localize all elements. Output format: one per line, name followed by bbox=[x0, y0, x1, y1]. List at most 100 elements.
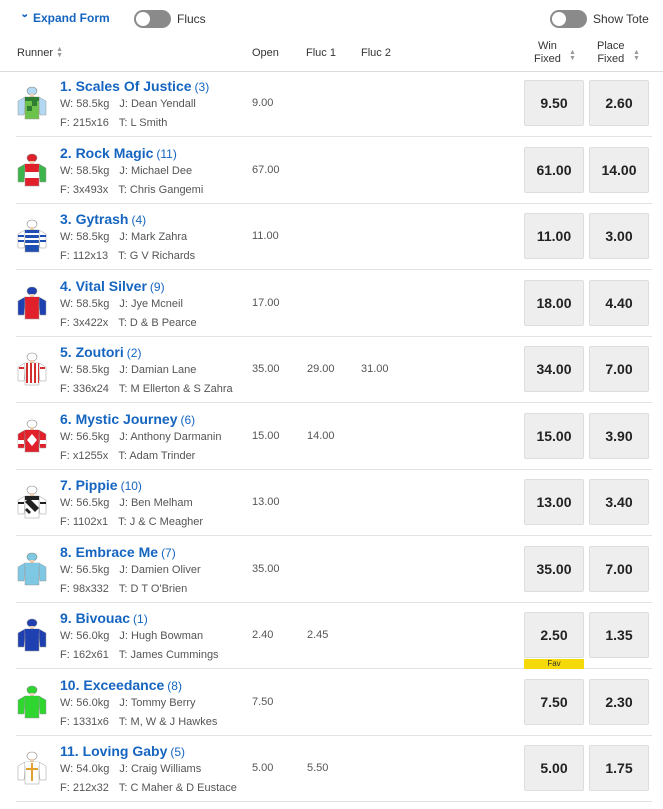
place-fixed-odds-button[interactable]: 3.00 bbox=[589, 213, 649, 259]
jockey-silk-icon bbox=[16, 551, 48, 589]
runner-form: F: 162x61 bbox=[60, 649, 109, 661]
place-fixed-odds-button[interactable]: 14.00 bbox=[589, 147, 649, 193]
runner-row: 7. Pippie (10) W: 56.5kg J: Ben Melham F: 11… bbox=[16, 470, 652, 536]
runner-name-link[interactable]: 6. Mystic Journey (6) bbox=[60, 411, 195, 427]
runner-row: 5. Zoutori (2) W: 58.5kg J: Damian Lane F: 3… bbox=[16, 337, 652, 403]
win-fixed-odds-button[interactable]: 18.00 bbox=[524, 280, 584, 326]
sort-icon: ▲ ▼ bbox=[569, 49, 576, 63]
runner-name-link[interactable]: 10. Exceedance (8) bbox=[60, 677, 182, 693]
runner-name-link[interactable]: 1. Scales Of Justice (3) bbox=[60, 78, 209, 94]
expand-form-button[interactable]: ›› Expand Form bbox=[19, 11, 110, 25]
runner-name: 3. Gytrash bbox=[60, 211, 129, 227]
place-fixed-odds-button[interactable]: 2.30 bbox=[589, 679, 649, 725]
runner-name-link[interactable]: 3. Gytrash (4) bbox=[60, 211, 146, 227]
runner-trainer: T: James Cummings bbox=[118, 649, 219, 661]
win-fixed-odds-button[interactable]: 7.50 bbox=[524, 679, 584, 725]
runner-form: F: 112x13 bbox=[60, 250, 109, 262]
win-fixed-odds-button[interactable]: 61.00 bbox=[524, 147, 584, 193]
runner-name-link[interactable]: 11. Loving Gaby (5) bbox=[60, 743, 185, 759]
runner-weight: W: 58.5kg bbox=[60, 231, 110, 243]
runner-trainer: T: Chris Gangemi bbox=[118, 184, 204, 196]
open-column-header: Open bbox=[252, 47, 279, 59]
runner-form: F: 3x493x bbox=[60, 184, 109, 196]
place-fixed-column-header[interactable]: Place Fixed bbox=[597, 40, 625, 66]
runner-trainer: T: C Maher & D Eustace bbox=[118, 782, 237, 794]
show-tote-toggle-group: Show Tote bbox=[550, 10, 649, 28]
runner-column-header[interactable]: Runner ▲ ▼ bbox=[17, 46, 63, 59]
barrier-number: (1) bbox=[133, 612, 148, 626]
runner-name-link[interactable]: 8. Embrace Me (7) bbox=[60, 544, 176, 560]
runner-form: F: x1255x bbox=[60, 450, 109, 462]
place-fixed-odds-button[interactable]: 1.35 bbox=[589, 612, 649, 658]
place-fixed-odds-button[interactable]: 4.40 bbox=[589, 280, 649, 326]
win-fixed-odds-button[interactable]: 2.50 bbox=[524, 612, 584, 658]
open-odds: 15.00 bbox=[252, 430, 280, 442]
place-fixed-odds-button[interactable]: 2.60 bbox=[589, 80, 649, 126]
runner-form: F: 336x24 bbox=[60, 383, 109, 395]
runner-name-link[interactable]: 4. Vital Silver (9) bbox=[60, 278, 165, 294]
jockey-silk-icon bbox=[16, 351, 48, 389]
runner-row: 8. Embrace Me (7) W: 56.5kg J: Damien Olive… bbox=[16, 537, 652, 603]
runner-trainer: T: M Ellerton & S Zahra bbox=[118, 383, 233, 395]
weight-jockey-line: W: 58.5kg J: Mark Zahra bbox=[60, 231, 187, 243]
flucs-toggle-group: Flucs bbox=[134, 10, 206, 28]
runner-name-link[interactable]: 7. Pippie (10) bbox=[60, 477, 142, 493]
expand-form-label: Expand Form bbox=[33, 11, 110, 25]
place-fixed-odds-button[interactable]: 3.40 bbox=[589, 479, 649, 525]
runner-weight: W: 56.5kg bbox=[60, 497, 110, 509]
runner-weight: W: 54.0kg bbox=[60, 763, 110, 775]
fluc1-odds: 29.00 bbox=[307, 363, 335, 375]
form-trainer-line: F: 3x493x T: Chris Gangemi bbox=[60, 184, 203, 196]
runner-name-link[interactable]: 2. Rock Magic (11) bbox=[60, 145, 177, 161]
form-trainer-line: F: 98x332 T: D T O'Brien bbox=[60, 583, 187, 595]
open-odds: 9.00 bbox=[252, 97, 274, 109]
show-tote-toggle[interactable] bbox=[550, 10, 587, 28]
runner-name: 11. Loving Gaby bbox=[60, 743, 168, 759]
runner-form: F: 1331x6 bbox=[60, 716, 109, 728]
flucs-toggle[interactable] bbox=[134, 10, 171, 28]
jockey-silk-icon bbox=[16, 750, 48, 788]
place-header-line1: Place bbox=[597, 40, 625, 52]
runner-form: F: 215x16 bbox=[60, 117, 109, 129]
weight-jockey-line: W: 56.0kg J: Tommy Berry bbox=[60, 697, 196, 709]
win-fixed-odds-button[interactable]: 5.00 bbox=[524, 745, 584, 791]
fluc1-odds: 5.50 bbox=[307, 762, 329, 774]
place-fixed-odds-button[interactable]: 1.75 bbox=[589, 745, 649, 791]
runner-name: 2. Rock Magic bbox=[60, 145, 154, 161]
form-trainer-line: F: 336x24 T: M Ellerton & S Zahra bbox=[60, 383, 233, 395]
win-fixed-odds-button[interactable]: 13.00 bbox=[524, 479, 584, 525]
runner-name-link[interactable]: 5. Zoutori (2) bbox=[60, 344, 141, 360]
runner-jockey: J: Anthony Darmanin bbox=[119, 431, 222, 443]
runner-header-label: Runner bbox=[17, 47, 54, 59]
runner-name-link[interactable]: 9. Bivouac (1) bbox=[60, 610, 148, 626]
open-odds: 35.00 bbox=[252, 363, 280, 375]
runner-jockey: J: Tommy Berry bbox=[119, 697, 196, 709]
win-fixed-odds-button[interactable]: 9.50 bbox=[524, 80, 584, 126]
runner-trainer: T: J & C Meagher bbox=[118, 516, 204, 528]
win-header-line1: Win bbox=[537, 40, 557, 52]
win-fixed-odds-button[interactable]: 15.00 bbox=[524, 413, 584, 459]
barrier-number: (11) bbox=[156, 147, 177, 161]
place-fixed-odds-button[interactable]: 7.00 bbox=[589, 546, 649, 592]
win-fixed-odds-button[interactable]: 35.00 bbox=[524, 546, 584, 592]
place-fixed-odds-button[interactable]: 7.00 bbox=[589, 346, 649, 392]
top-bar: ›› Expand Form Flucs Show Tote bbox=[0, 0, 663, 40]
win-fixed-odds-button[interactable]: 11.00 bbox=[524, 213, 584, 259]
form-trainer-line: F: 1102x1 T: J & C Meagher bbox=[60, 516, 203, 528]
win-fixed-column-header[interactable]: Win Fixed bbox=[534, 40, 561, 66]
jockey-silk-icon bbox=[16, 152, 48, 190]
runner-weight: W: 58.5kg bbox=[60, 165, 110, 177]
barrier-number: (4) bbox=[131, 213, 147, 227]
jockey-silk-icon bbox=[16, 285, 48, 323]
runner-weight: W: 56.5kg bbox=[60, 431, 110, 443]
runner-weight: W: 58.5kg bbox=[60, 364, 110, 376]
runner-name: 5. Zoutori bbox=[60, 344, 124, 360]
place-fixed-odds-button[interactable]: 3.90 bbox=[589, 413, 649, 459]
form-trainer-line: F: 212x32 T: C Maher & D Eustace bbox=[60, 782, 237, 794]
runner-jockey: J: Mark Zahra bbox=[119, 231, 188, 243]
barrier-number: (8) bbox=[167, 679, 182, 693]
jockey-silk-icon bbox=[16, 484, 48, 522]
win-fixed-odds-button[interactable]: 34.00 bbox=[524, 346, 584, 392]
weight-jockey-line: W: 58.5kg J: Damian Lane bbox=[60, 364, 196, 376]
weight-jockey-line: W: 56.0kg J: Hugh Bowman bbox=[60, 630, 203, 642]
